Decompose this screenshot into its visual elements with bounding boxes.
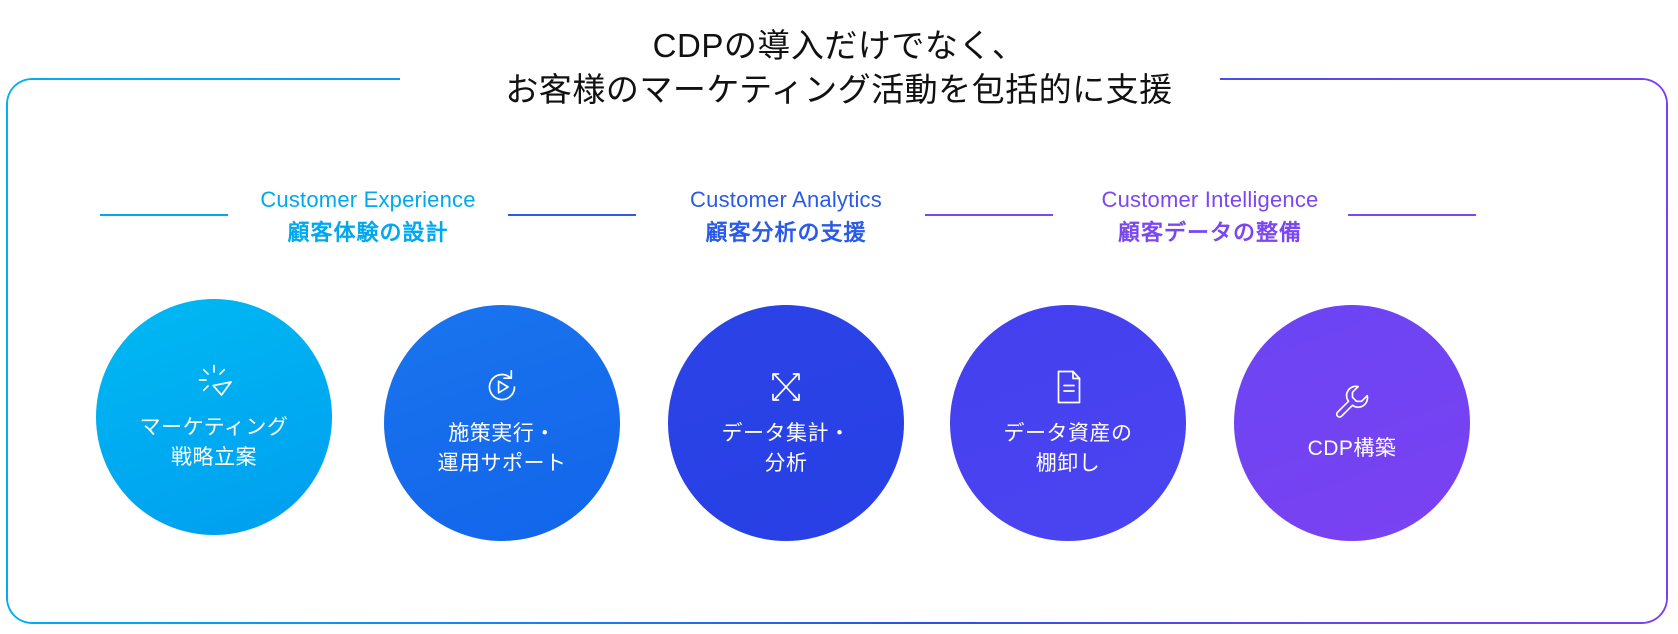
category-1: Customer Experience 顧客体験の設計 — [255, 186, 481, 249]
service-circle-3[interactable]: データ集計・ 分析 — [668, 305, 904, 541]
category-divider-line — [508, 214, 636, 216]
service-circle-row: マーケティング 戦略立案 施策実行・ 運用サポート データ集計・ 分析 データ資産の … — [0, 299, 1678, 541]
category-2: Customer Analytics 顧客分析の支援 — [678, 186, 894, 249]
category-title-ja: 顧客体験の設計 — [287, 220, 449, 245]
document-icon — [1048, 367, 1088, 419]
service-circle-label: データ集計・ 分析 — [721, 422, 851, 475]
category-band: Customer Experience 顧客体験の設計 Customer Analy… — [0, 186, 1678, 266]
service-circle-4[interactable]: データ資産の 棚卸し — [950, 305, 1186, 541]
category-title-ja: 顧客分析の支援 — [705, 220, 867, 245]
service-circle-label: マーケティング 戦略立案 — [139, 416, 289, 469]
category-divider-line — [925, 214, 1053, 216]
wrench-icon — [1332, 382, 1372, 434]
diagram-canvas: CDPの導入だけでなく、 お客様のマーケティング活動を包括的に支援 Custom… — [0, 0, 1678, 634]
category-title-en: Customer Intelligence — [1101, 187, 1319, 212]
cursor-sparkle-icon — [194, 361, 234, 413]
service-circle-label: 施策実行・ 運用サポート — [437, 422, 567, 475]
play-refresh-icon — [482, 367, 522, 419]
category-divider-line — [100, 214, 228, 216]
service-circle-2[interactable]: 施策実行・ 運用サポート — [384, 305, 620, 541]
page-title: CDPの導入だけでなく、 お客様のマーケティング活動を包括的に支援 — [505, 27, 1173, 108]
category-title-ja: 顧客データの整備 — [1117, 220, 1302, 245]
category-title-en: Customer Experience — [260, 187, 476, 212]
category-divider-line — [1348, 214, 1476, 216]
service-circle-label: CDP構築 — [1307, 437, 1397, 460]
service-circle-5[interactable]: CDP構築 — [1234, 305, 1470, 541]
category-title-en: Customer Analytics — [690, 187, 882, 212]
category-3: Customer Intelligence 顧客データの整備 — [1090, 186, 1330, 249]
shuffle-icon — [766, 367, 806, 419]
service-circle-label: データ資産の 棚卸し — [1003, 422, 1133, 475]
service-circle-1[interactable]: マーケティング 戦略立案 — [96, 299, 332, 535]
